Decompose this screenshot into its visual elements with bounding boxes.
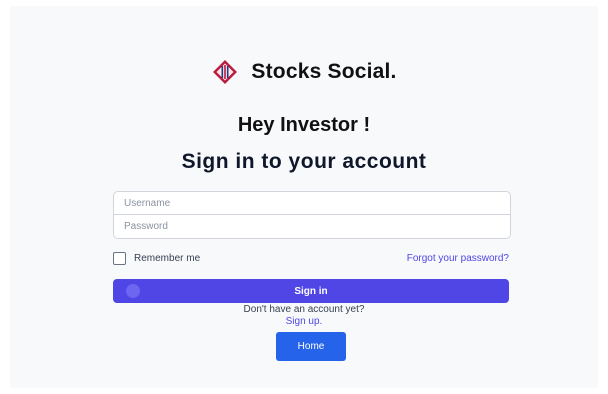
sign-up-link[interactable]: Sign up. xyxy=(0,316,608,327)
no-account-text: Don't have an account yet? xyxy=(243,304,365,315)
sign-in-label: Sign in xyxy=(294,285,328,297)
lock-icon xyxy=(126,284,140,298)
remember-me-checkbox[interactable] xyxy=(113,252,126,265)
forgot-password-link[interactable]: Forgot your password? xyxy=(407,253,509,264)
remember-me-row[interactable]: Remember me xyxy=(113,252,200,265)
brand-header: Stocks Social. xyxy=(0,58,608,86)
remember-me-label: Remember me xyxy=(134,253,201,264)
sign-in-button[interactable]: Sign in xyxy=(113,279,509,303)
greeting-heading: Hey Investor ! xyxy=(237,114,371,136)
username-input[interactable] xyxy=(114,192,510,215)
credentials-group xyxy=(113,191,511,239)
stocks-social-logo-icon xyxy=(211,58,239,86)
home-button[interactable]: Home xyxy=(276,332,346,361)
password-input[interactable] xyxy=(114,215,510,238)
page-title: Sign in to your account xyxy=(181,150,427,173)
brand-name: Stocks Social. xyxy=(251,60,397,83)
